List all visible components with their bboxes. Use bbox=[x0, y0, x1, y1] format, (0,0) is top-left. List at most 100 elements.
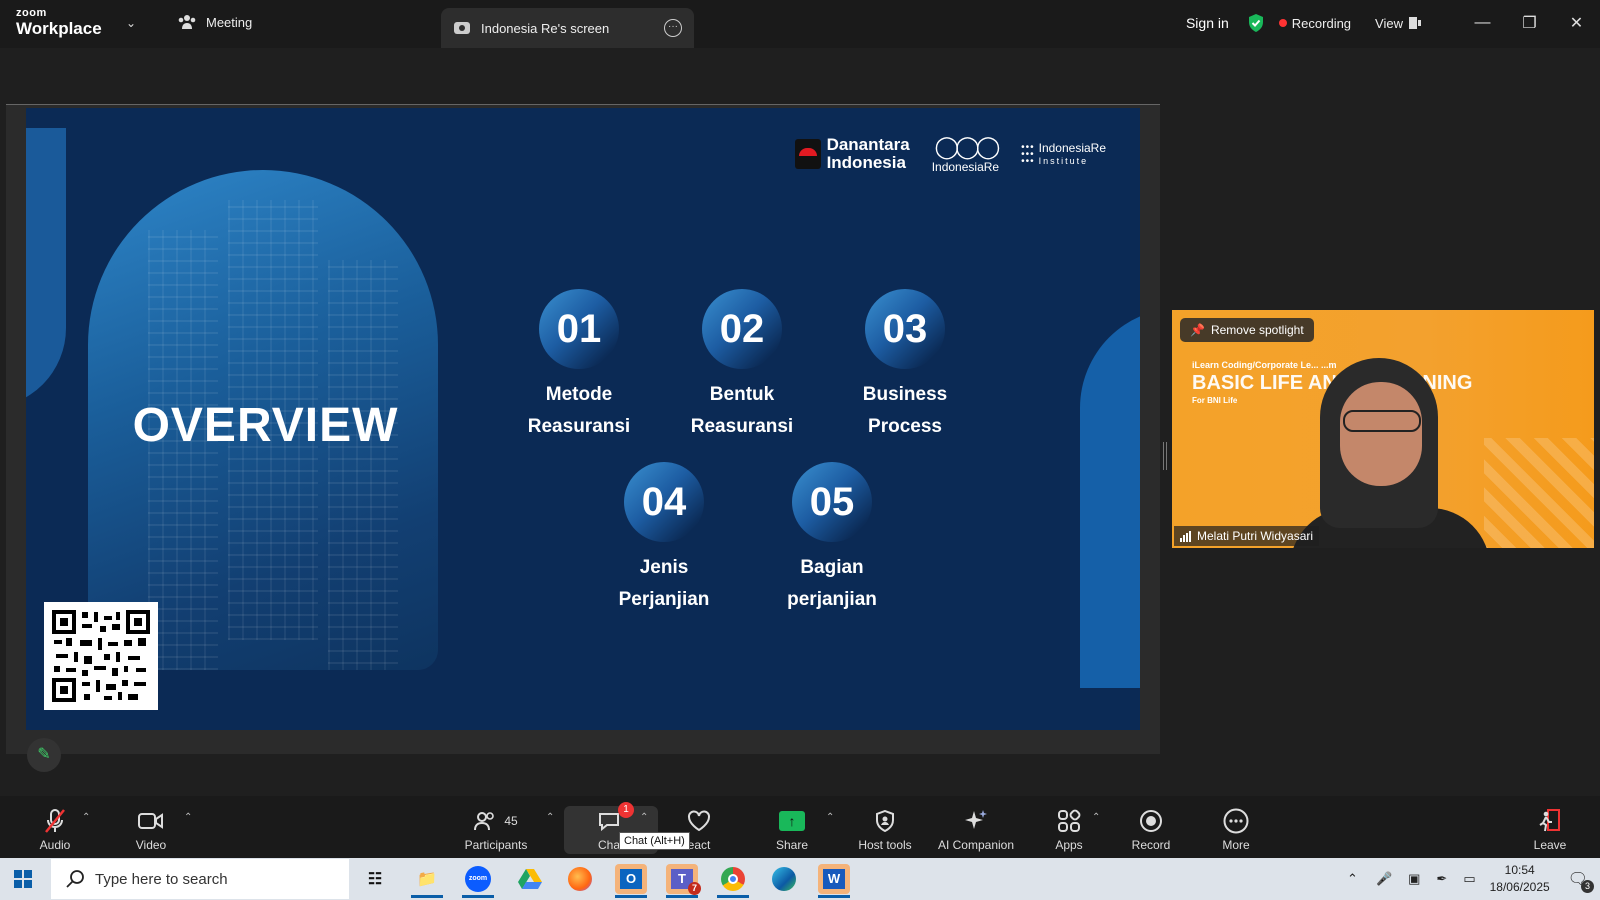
system-tray: ⌃ 🎤 ▣ ✒ ▭ 10:54 18/06/2025 🗨 3 bbox=[1347, 858, 1600, 900]
video-button[interactable]: Video bbox=[130, 808, 172, 852]
qr-code bbox=[44, 602, 158, 710]
host-shield-icon bbox=[876, 810, 894, 832]
chat-unread-badge: 1 bbox=[618, 802, 634, 818]
slide-title: OVERVIEW bbox=[132, 399, 399, 452]
item-label: Bagian perjanjian bbox=[762, 552, 902, 616]
apps-options-caret-icon[interactable]: ⌃ bbox=[1092, 812, 1100, 823]
record-button[interactable]: Record bbox=[1128, 808, 1174, 852]
tab-shared-screen[interactable]: Indonesia Re's screen ··· bbox=[441, 8, 694, 48]
chrome-icon[interactable] bbox=[717, 864, 749, 898]
host-tools-label: Host tools bbox=[858, 838, 912, 852]
notification-count: 3 bbox=[1581, 880, 1594, 893]
overview-item: 05 Bagian perjanjian bbox=[762, 462, 902, 616]
danantara-text: Danantara Indonesia bbox=[827, 136, 910, 172]
microphone-muted-icon bbox=[45, 809, 65, 833]
indonesiare-institute-logo: ••• ••• ••• IndonesiaRe Institute bbox=[1021, 142, 1106, 166]
participants-icon bbox=[474, 812, 495, 831]
audio-options-caret-icon[interactable]: ⌃ bbox=[82, 812, 90, 823]
item-label: Business Process bbox=[835, 379, 975, 443]
close-icon[interactable]: ✕ bbox=[1553, 13, 1600, 33]
annotate-pencil-icon[interactable]: ✎ bbox=[27, 738, 61, 772]
clock-time: 10:54 bbox=[1504, 863, 1535, 877]
show-hidden-icons-icon[interactable]: ⌃ bbox=[1347, 871, 1358, 887]
remove-spotlight-button[interactable]: 📌 Remove spotlight bbox=[1180, 318, 1314, 342]
chevron-down-icon[interactable]: ⌄ bbox=[126, 16, 136, 30]
apps-button[interactable]: Apps bbox=[1052, 808, 1086, 852]
meeting-toolbar: Audio ⌃ Video ⌃ 45 Participants ⌃ 1 Cha … bbox=[0, 796, 1600, 858]
item-label: Bentuk Reasuransi bbox=[672, 379, 812, 443]
spotlight-video[interactable]: iLearn Coding/Corporate Le... ...m BASIC… bbox=[1172, 310, 1594, 548]
slide-decoration-right bbox=[1080, 308, 1140, 688]
video-camera-icon bbox=[138, 813, 163, 829]
split-view-handle[interactable] bbox=[1163, 442, 1167, 470]
participants-options-caret-icon[interactable]: ⌃ bbox=[546, 812, 554, 823]
share-button[interactable]: ↑ Share bbox=[774, 808, 810, 852]
pen-icon[interactable]: ✒ bbox=[1436, 871, 1447, 887]
overview-item: 04 Jenis Perjanjian bbox=[594, 462, 734, 616]
video-options-caret-icon[interactable]: ⌃ bbox=[184, 812, 192, 823]
qr-code-image bbox=[52, 610, 150, 702]
participants-button[interactable]: 45 Participants bbox=[459, 808, 533, 852]
video-background-subtitle: For BNI Life bbox=[1192, 396, 1238, 405]
outlook-icon[interactable]: O bbox=[615, 864, 647, 898]
leave-button[interactable]: Leave bbox=[1532, 808, 1568, 852]
view-grid-icon bbox=[1409, 17, 1421, 29]
word-icon[interactable]: W bbox=[818, 864, 850, 898]
presentation-slide: OVERVIEW Danantara Indonesia ◯◯◯ Indones… bbox=[26, 108, 1140, 730]
meet-now-icon[interactable]: ▣ bbox=[1408, 871, 1420, 887]
encryption-shield-icon[interactable] bbox=[1247, 13, 1265, 33]
audio-button[interactable]: Audio bbox=[34, 808, 76, 852]
leave-door-icon bbox=[1539, 809, 1560, 832]
firefox-icon[interactable] bbox=[564, 864, 596, 894]
item-label-line1: Bentuk bbox=[709, 384, 775, 405]
recording-indicator[interactable]: Recording bbox=[1278, 15, 1352, 31]
microphone-in-use-icon[interactable]: 🎤 bbox=[1376, 871, 1392, 887]
remove-spotlight-label: Remove spotlight bbox=[1210, 323, 1304, 337]
building-shape bbox=[328, 260, 398, 670]
item-number: 04 bbox=[624, 462, 704, 542]
taskbar-search-box[interactable]: Type here to search bbox=[51, 859, 349, 899]
item-label-line2: Process bbox=[868, 416, 942, 437]
google-drive-icon[interactable] bbox=[514, 864, 546, 894]
zoom-app-icon[interactable]: zoom bbox=[462, 864, 494, 898]
item-number: 01 bbox=[539, 289, 619, 369]
item-label-line1: Business bbox=[862, 384, 948, 405]
tab-shared-screen-label: Indonesia Re's screen bbox=[481, 20, 610, 36]
teams-badge: 7 bbox=[688, 882, 701, 895]
signal-bars-icon bbox=[1180, 530, 1191, 542]
file-explorer-icon[interactable]: 📁 bbox=[411, 864, 443, 898]
share-options-caret-icon[interactable]: ⌃ bbox=[826, 812, 834, 823]
host-tools-button[interactable]: Host tools bbox=[852, 808, 918, 852]
task-view-icon[interactable]: ☷ bbox=[359, 864, 391, 894]
system-clock[interactable]: 10:54 18/06/2025 bbox=[1490, 862, 1550, 896]
minimize-icon[interactable]: — bbox=[1459, 14, 1506, 32]
more-button[interactable]: More bbox=[1218, 808, 1254, 852]
teams-icon[interactable]: T7 bbox=[666, 864, 701, 898]
pin-icon: 📌 bbox=[1190, 323, 1205, 337]
restore-icon[interactable]: ❐ bbox=[1506, 13, 1553, 33]
institute-text: IndonesiaRe Institute bbox=[1039, 142, 1106, 166]
edge-icon[interactable] bbox=[768, 864, 800, 894]
person-face bbox=[1340, 382, 1422, 486]
notification-center-icon[interactable]: 🗨 3 bbox=[1568, 869, 1594, 893]
overview-item: 01 Metode Reasuransi bbox=[509, 289, 649, 443]
sparkle-icon bbox=[965, 810, 987, 829]
display-icon[interactable]: ▭ bbox=[1463, 871, 1475, 887]
institute-line2: Institute bbox=[1038, 156, 1089, 166]
windows-start-icon[interactable] bbox=[14, 870, 32, 888]
ai-companion-button[interactable]: AI Companion bbox=[932, 808, 1020, 852]
windows-taskbar: Type here to search ☷ 📁 zoom O T7 W ⌃ 🎤 … bbox=[0, 858, 1600, 900]
zoom-workplace-logo[interactable]: zoom Workplace bbox=[16, 8, 102, 38]
recording-label: Recording bbox=[1291, 15, 1352, 31]
view-label: View bbox=[1375, 15, 1403, 31]
item-label-line2: Perjanjian bbox=[618, 589, 710, 610]
view-button[interactable]: View bbox=[1375, 16, 1421, 31]
sign-in-button[interactable]: Sign in bbox=[1186, 15, 1229, 31]
heart-icon bbox=[688, 810, 710, 832]
more-dots-icon bbox=[1223, 808, 1249, 834]
danantara-line1: Danantara bbox=[826, 135, 910, 155]
more-options-icon[interactable]: ··· bbox=[664, 19, 682, 37]
chat-options-caret-icon[interactable]: ⌃ bbox=[640, 812, 648, 823]
tab-meeting[interactable]: Meeting bbox=[178, 14, 252, 30]
shared-screen-view[interactable]: OVERVIEW Danantara Indonesia ◯◯◯ Indones… bbox=[6, 104, 1160, 754]
